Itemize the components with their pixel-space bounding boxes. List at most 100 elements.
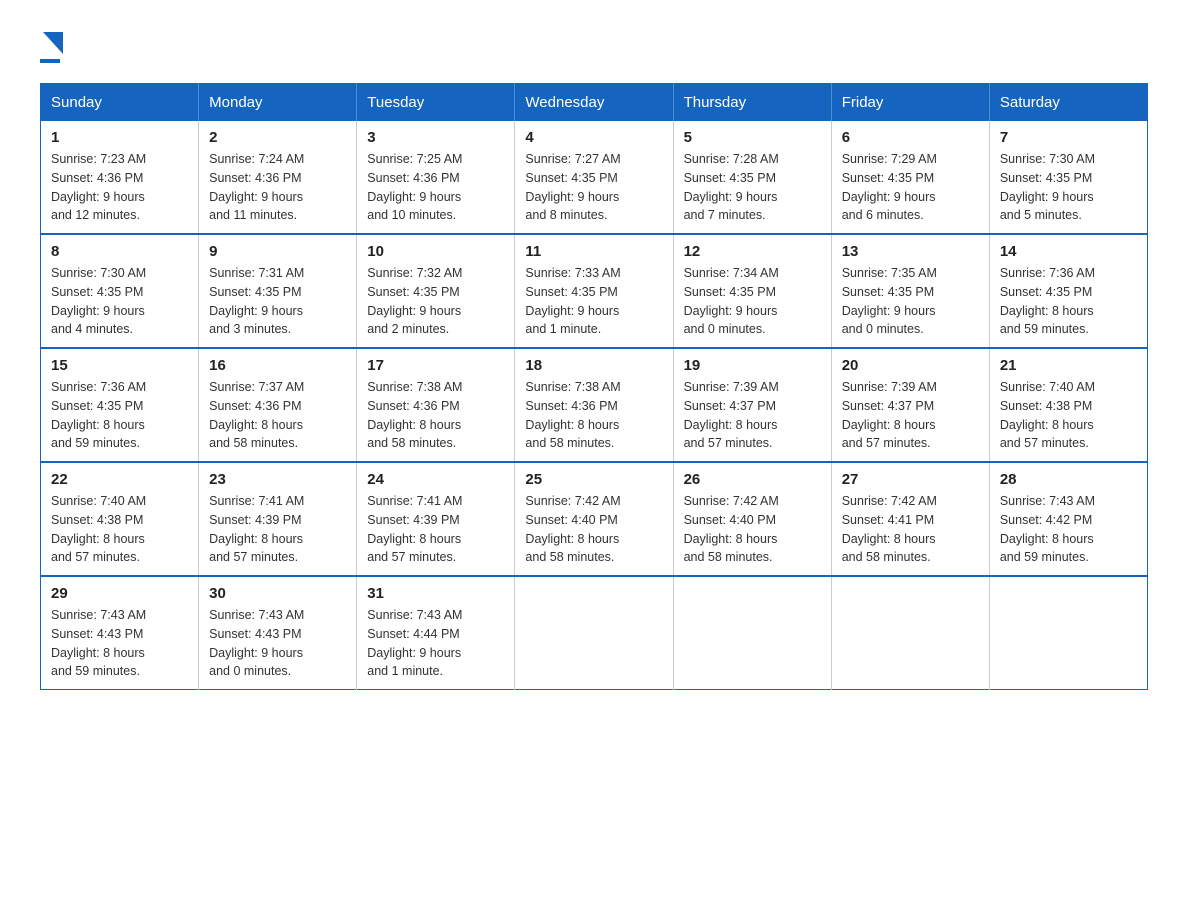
day-number: 1 [51, 129, 188, 146]
calendar-cell: 11 Sunrise: 7:33 AMSunset: 4:35 PMDayligh… [515, 234, 673, 348]
weekday-header-saturday: Saturday [989, 84, 1147, 122]
day-info: Sunrise: 7:38 AMSunset: 4:36 PMDaylight:… [525, 378, 662, 453]
day-info: Sunrise: 7:43 AMSunset: 4:42 PMDaylight:… [1000, 492, 1137, 567]
day-number: 10 [367, 243, 504, 260]
calendar-cell: 19 Sunrise: 7:39 AMSunset: 4:37 PMDayligh… [673, 348, 831, 462]
calendar-cell: 26 Sunrise: 7:42 AMSunset: 4:40 PMDayligh… [673, 462, 831, 576]
day-info: Sunrise: 7:41 AMSunset: 4:39 PMDaylight:… [367, 492, 504, 567]
calendar-cell: 14 Sunrise: 7:36 AMSunset: 4:35 PMDayligh… [989, 234, 1147, 348]
day-number: 4 [525, 129, 662, 146]
calendar-cell [673, 576, 831, 690]
calendar-cell: 15 Sunrise: 7:36 AMSunset: 4:35 PMDayligh… [41, 348, 199, 462]
day-info: Sunrise: 7:31 AMSunset: 4:35 PMDaylight:… [209, 264, 346, 339]
calendar-cell: 20 Sunrise: 7:39 AMSunset: 4:37 PMDayligh… [831, 348, 989, 462]
day-info: Sunrise: 7:34 AMSunset: 4:35 PMDaylight:… [684, 264, 821, 339]
calendar-week-row: 1 Sunrise: 7:23 AMSunset: 4:36 PMDaylight… [41, 121, 1148, 234]
weekday-header-tuesday: Tuesday [357, 84, 515, 122]
calendar-cell: 9Sunrise: 7:31 AMSunset: 4:35 PMDaylight… [199, 234, 357, 348]
day-info: Sunrise: 7:39 AMSunset: 4:37 PMDaylight:… [684, 378, 821, 453]
calendar-cell: 17Sunrise: 7:38 AMSunset: 4:36 PMDayligh… [357, 348, 515, 462]
day-number: 19 [684, 357, 821, 374]
day-number: 2 [209, 129, 346, 146]
day-info: Sunrise: 7:27 AMSunset: 4:35 PMDaylight:… [525, 150, 662, 225]
day-info: Sunrise: 7:42 AMSunset: 4:40 PMDaylight:… [525, 492, 662, 567]
day-number: 30 [209, 585, 346, 602]
weekday-header-sunday: Sunday [41, 84, 199, 122]
day-info: Sunrise: 7:38 AMSunset: 4:36 PMDaylight:… [367, 378, 504, 453]
calendar-week-row: 22 Sunrise: 7:40 AMSunset: 4:38 PMDayligh… [41, 462, 1148, 576]
day-info: Sunrise: 7:28 AMSunset: 4:35 PMDaylight:… [684, 150, 821, 225]
day-info: Sunrise: 7:42 AMSunset: 4:40 PMDaylight:… [684, 492, 821, 567]
calendar-week-row: 8Sunrise: 7:30 AMSunset: 4:35 PMDaylight… [41, 234, 1148, 348]
calendar-week-row: 15 Sunrise: 7:36 AMSunset: 4:35 PMDayligh… [41, 348, 1148, 462]
day-number: 6 [842, 129, 979, 146]
day-number: 27 [842, 471, 979, 488]
weekday-header-thursday: Thursday [673, 84, 831, 122]
day-number: 28 [1000, 471, 1137, 488]
calendar-cell: 25 Sunrise: 7:42 AMSunset: 4:40 PMDayligh… [515, 462, 673, 576]
calendar-cell: 18 Sunrise: 7:38 AMSunset: 4:36 PMDayligh… [515, 348, 673, 462]
calendar-cell: 24 Sunrise: 7:41 AMSunset: 4:39 PMDayligh… [357, 462, 515, 576]
day-info: Sunrise: 7:43 AMSunset: 4:43 PMDaylight:… [209, 606, 346, 681]
calendar-cell: 28 Sunrise: 7:43 AMSunset: 4:42 PMDayligh… [989, 462, 1147, 576]
calendar-cell: 6 Sunrise: 7:29 AMSunset: 4:35 PMDaylight… [831, 121, 989, 234]
calendar-cell: 13Sunrise: 7:35 AMSunset: 4:35 PMDayligh… [831, 234, 989, 348]
day-number: 24 [367, 471, 504, 488]
day-info: Sunrise: 7:43 AMSunset: 4:44 PMDaylight:… [367, 606, 504, 681]
day-number: 18 [525, 357, 662, 374]
day-info: Sunrise: 7:24 AMSunset: 4:36 PMDaylight:… [209, 150, 346, 225]
day-info: Sunrise: 7:23 AMSunset: 4:36 PMDaylight:… [51, 150, 188, 225]
day-info: Sunrise: 7:33 AMSunset: 4:35 PMDaylight:… [525, 264, 662, 339]
day-info: Sunrise: 7:40 AMSunset: 4:38 PMDaylight:… [1000, 378, 1137, 453]
day-number: 31 [367, 585, 504, 602]
day-number: 3 [367, 129, 504, 146]
logo [40, 30, 68, 63]
day-info: Sunrise: 7:36 AMSunset: 4:35 PMDaylight:… [51, 378, 188, 453]
day-number: 7 [1000, 129, 1137, 146]
day-number: 22 [51, 471, 188, 488]
calendar-cell: 21 Sunrise: 7:40 AMSunset: 4:38 PMDayligh… [989, 348, 1147, 462]
calendar-cell [515, 576, 673, 690]
calendar-cell: 27 Sunrise: 7:42 AMSunset: 4:41 PMDayligh… [831, 462, 989, 576]
day-info: Sunrise: 7:40 AMSunset: 4:38 PMDaylight:… [51, 492, 188, 567]
day-info: Sunrise: 7:32 AMSunset: 4:35 PMDaylight:… [367, 264, 504, 339]
day-number: 23 [209, 471, 346, 488]
day-info: Sunrise: 7:37 AMSunset: 4:36 PMDaylight:… [209, 378, 346, 453]
day-number: 15 [51, 357, 188, 374]
calendar-cell: 10 Sunrise: 7:32 AMSunset: 4:35 PMDayligh… [357, 234, 515, 348]
day-info: Sunrise: 7:36 AMSunset: 4:35 PMDaylight:… [1000, 264, 1137, 339]
day-info: Sunrise: 7:39 AMSunset: 4:37 PMDaylight:… [842, 378, 979, 453]
day-number: 21 [1000, 357, 1137, 374]
day-number: 26 [684, 471, 821, 488]
weekday-header-row: SundayMondayTuesdayWednesdayThursdayFrid… [41, 84, 1148, 122]
weekday-header-monday: Monday [199, 84, 357, 122]
calendar-cell: 7 Sunrise: 7:30 AMSunset: 4:35 PMDaylight… [989, 121, 1147, 234]
day-number: 16 [209, 357, 346, 374]
calendar-cell: 12 Sunrise: 7:34 AMSunset: 4:35 PMDayligh… [673, 234, 831, 348]
day-number: 20 [842, 357, 979, 374]
day-info: Sunrise: 7:42 AMSunset: 4:41 PMDaylight:… [842, 492, 979, 567]
calendar-cell [989, 576, 1147, 690]
calendar-cell: 30 Sunrise: 7:43 AMSunset: 4:43 PMDayligh… [199, 576, 357, 690]
calendar-week-row: 29Sunrise: 7:43 AMSunset: 4:43 PMDayligh… [41, 576, 1148, 690]
day-number: 25 [525, 471, 662, 488]
day-number: 5 [684, 129, 821, 146]
calendar-cell: 8Sunrise: 7:30 AMSunset: 4:35 PMDaylight… [41, 234, 199, 348]
calendar-cell: 2 Sunrise: 7:24 AMSunset: 4:36 PMDaylight… [199, 121, 357, 234]
weekday-header-wednesday: Wednesday [515, 84, 673, 122]
calendar-table: SundayMondayTuesdayWednesdayThursdayFrid… [40, 83, 1148, 690]
day-number: 14 [1000, 243, 1137, 260]
day-info: Sunrise: 7:30 AMSunset: 4:35 PMDaylight:… [1000, 150, 1137, 225]
calendar-cell: 31 Sunrise: 7:43 AMSunset: 4:44 PMDayligh… [357, 576, 515, 690]
calendar-cell: 23Sunrise: 7:41 AMSunset: 4:39 PMDayligh… [199, 462, 357, 576]
calendar-cell: 22 Sunrise: 7:40 AMSunset: 4:38 PMDayligh… [41, 462, 199, 576]
day-info: Sunrise: 7:29 AMSunset: 4:35 PMDaylight:… [842, 150, 979, 225]
calendar-cell: 1 Sunrise: 7:23 AMSunset: 4:36 PMDaylight… [41, 121, 199, 234]
day-info: Sunrise: 7:35 AMSunset: 4:35 PMDaylight:… [842, 264, 979, 339]
day-info: Sunrise: 7:43 AMSunset: 4:43 PMDaylight:… [51, 606, 188, 681]
day-number: 11 [525, 243, 662, 260]
calendar-cell: 3 Sunrise: 7:25 AMSunset: 4:36 PMDaylight… [357, 121, 515, 234]
day-info: Sunrise: 7:25 AMSunset: 4:36 PMDaylight:… [367, 150, 504, 225]
day-number: 12 [684, 243, 821, 260]
weekday-header-friday: Friday [831, 84, 989, 122]
